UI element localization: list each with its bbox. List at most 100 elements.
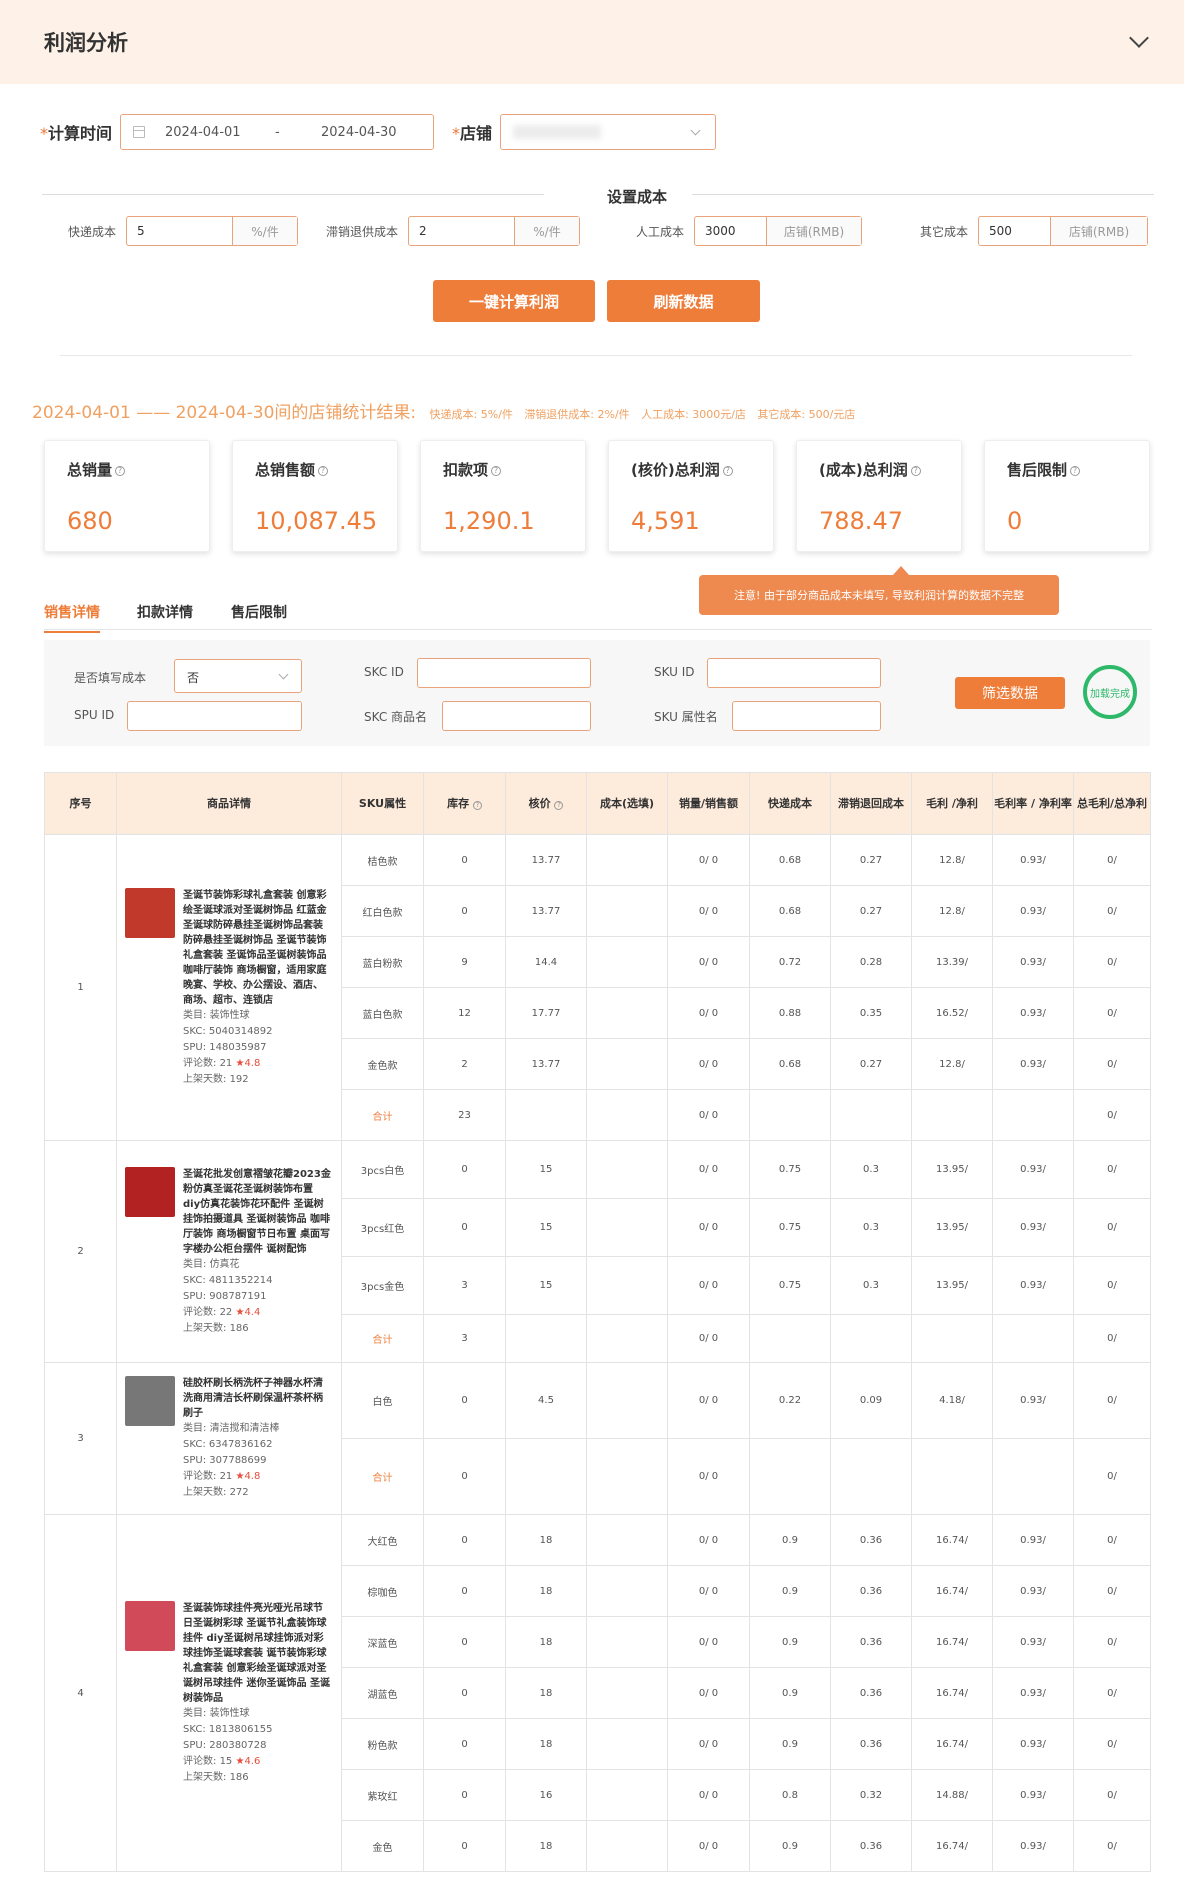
stat-card-value: 680 [67, 507, 113, 535]
cell-express-cost: 0.68 [749, 1038, 831, 1090]
start-date[interactable]: 2024-04-01 [165, 125, 275, 140]
calc-time-label: *计算时间 [40, 124, 113, 143]
unsold-return-cost-value[interactable]: 2 [409, 217, 516, 245]
col-index: 序号 [44, 772, 117, 835]
stat-card-after-sales-limit: 售后限制? 0 [984, 440, 1150, 552]
sku-id-input[interactable] [707, 658, 881, 688]
chevron-down-icon[interactable] [1129, 28, 1149, 48]
cell-total-stock: 3 [423, 1314, 506, 1363]
labor-cost: 人工成本 3000 店铺(RMB) [636, 216, 863, 246]
cell-cost-input[interactable] [586, 1718, 668, 1770]
cell-empty [586, 1314, 668, 1363]
product-days-listed: 上架天数: 272 [183, 1487, 249, 1498]
cell-cost-input[interactable] [586, 885, 668, 937]
cell-price: 4.5 [505, 1362, 587, 1439]
cell-cost-input[interactable] [586, 1769, 668, 1821]
cell-gross-net-margin: 0.93/ [992, 936, 1074, 988]
labor-cost-value[interactable]: 3000 [695, 217, 768, 245]
cell-empty [830, 1089, 912, 1141]
end-date[interactable]: 2024-04-30 [321, 125, 397, 140]
cell-cost-input[interactable] [586, 987, 668, 1039]
cell-price: 13.77 [505, 885, 587, 937]
filter-data-button[interactable]: 筛选数据 [955, 677, 1065, 709]
other-cost-input[interactable]: 500 店铺(RMB) [978, 216, 1149, 246]
help-icon[interactable]: ? [910, 465, 921, 476]
spu-id-input[interactable] [127, 701, 302, 731]
cell-total-sales: 0/ 0 [667, 1089, 750, 1141]
cell-price: 15 [505, 1198, 587, 1257]
rating-star-icon: ★4.6 [235, 1755, 261, 1767]
cell-cost-input[interactable] [586, 1140, 668, 1199]
skc-id-input[interactable] [417, 658, 591, 688]
stat-card-title: 总销量 [67, 461, 113, 479]
cell-cost-input[interactable] [586, 1198, 668, 1257]
store-select[interactable] [500, 114, 717, 150]
tab-sales-details[interactable]: 销售详情 [44, 602, 100, 633]
help-icon[interactable]: ? [318, 465, 329, 476]
skc-name-input[interactable] [442, 701, 591, 731]
cell-sku-attr: 紫玫红 [341, 1769, 424, 1821]
cell-cost-input[interactable] [586, 834, 668, 886]
cell-gross-net-margin: 0.93/ [992, 1667, 1074, 1719]
express-cost-value[interactable]: 5 [127, 217, 234, 245]
cost-filled-select[interactable]: 否 [174, 659, 302, 693]
express-cost-input[interactable]: 5 %/件 [126, 216, 299, 246]
cell-total-label: 合计 [341, 1089, 424, 1141]
page-header[interactable]: 利润分析 [0, 0, 1184, 84]
help-icon[interactable]: ? [554, 801, 564, 810]
product-name[interactable]: 硅胶杯刷长柄洗杯子神器水杯清洗商用清洁长杯刷保温杯茶杯柄刷子 [183, 1376, 331, 1421]
cell-cost-input[interactable] [586, 1514, 668, 1566]
cell-gross-net-profit: 13.95/ [911, 1198, 993, 1257]
help-icon[interactable]: ? [115, 465, 126, 476]
labor-cost-input[interactable]: 3000 店铺(RMB) [694, 216, 863, 246]
tab-deduction-details[interactable]: 扣款详情 [137, 602, 193, 631]
cell-cost-input[interactable] [586, 936, 668, 988]
product-name[interactable]: 圣诞装饰球挂件亮光哑光吊球节日圣诞树彩球 圣诞节礼盒装饰球挂件 diy圣诞树吊球… [183, 1601, 331, 1706]
product-detail-cell: 圣诞节装饰彩球礼盒套装 创意彩绘圣诞球派对圣诞树饰品 红蓝金圣诞球防碎悬挂圣诞树… [116, 834, 342, 1141]
cell-cost-input[interactable] [586, 1565, 668, 1617]
cell-gross-net-profit: 16.74/ [911, 1565, 993, 1617]
labor-cost-label: 人工成本 [636, 224, 685, 239]
help-icon[interactable]: ? [472, 801, 482, 810]
cost-settings-title: 设置成本 [607, 188, 668, 206]
cell-cost-input[interactable] [586, 1362, 668, 1439]
product-thumbnail[interactable] [125, 1166, 175, 1217]
cell-cost-input[interactable] [586, 1256, 668, 1315]
date-range-picker[interactable]: 2024-04-01 - 2024-04-30 [120, 114, 435, 150]
cell-gross-net-margin: 0.93/ [992, 1038, 1074, 1090]
result-summary: 2024-04-01 —— 2024-04-30间的店铺统计结果: 快递成本: … [32, 398, 861, 423]
help-icon[interactable]: ? [722, 465, 733, 476]
calc-profit-button[interactable]: 一键计算利润 [433, 280, 595, 322]
tab-after-sales-limit[interactable]: 售后限制 [231, 602, 287, 631]
help-icon[interactable]: ? [1070, 465, 1081, 476]
product-thumbnail[interactable] [125, 1600, 175, 1651]
cell-gross-net-margin: 0.93/ [992, 834, 1074, 886]
product-thumbnail[interactable] [125, 887, 175, 938]
cell-cost-input[interactable] [586, 1616, 668, 1668]
cell-sku-attr: 蓝白色款 [341, 987, 424, 1039]
cell-price: 14.4 [505, 936, 587, 988]
skc-id-label: SKC ID [364, 665, 404, 679]
product-thumbnail[interactable] [125, 1376, 175, 1426]
refresh-data-button[interactable]: 刷新数据 [607, 280, 760, 322]
cell-unsold-return-cost: 0.36 [830, 1820, 912, 1872]
product-name[interactable]: 圣诞节装饰彩球礼盒套装 创意彩绘圣诞球派对圣诞树饰品 红蓝金圣诞球防碎悬挂圣诞树… [183, 888, 331, 1008]
sku-attr-input[interactable] [732, 701, 881, 731]
cell-sku-attr: 3pcs白色 [341, 1140, 424, 1199]
other-cost-value[interactable]: 500 [979, 217, 1052, 245]
product-skc: SKC: 5040314892 [183, 1025, 273, 1037]
cell-cost-input[interactable] [586, 1038, 668, 1090]
unsold-return-cost-input[interactable]: 2 %/件 [408, 216, 581, 246]
cell-sales: 0/ 0 [667, 1616, 750, 1668]
cell-empty [505, 1089, 587, 1141]
cell-unsold-return-cost: 0.36 [830, 1565, 912, 1617]
cost-settings-divider: 设置成本 [42, 186, 1154, 206]
cell-stock: 0 [423, 1718, 506, 1770]
help-icon[interactable]: ? [491, 465, 502, 476]
cell-cost-input[interactable] [586, 1820, 668, 1872]
cell-empty [749, 1089, 831, 1141]
cell-cost-input[interactable] [586, 1667, 668, 1719]
product-name[interactable]: 圣诞花批发创意褶皱花瓣2023金粉仿真圣诞花圣诞树装饰布置 diy仿真花装饰花环… [183, 1167, 331, 1257]
cell-unsold-return-cost: 0.36 [830, 1514, 912, 1566]
store-label: *店铺 [452, 124, 493, 143]
